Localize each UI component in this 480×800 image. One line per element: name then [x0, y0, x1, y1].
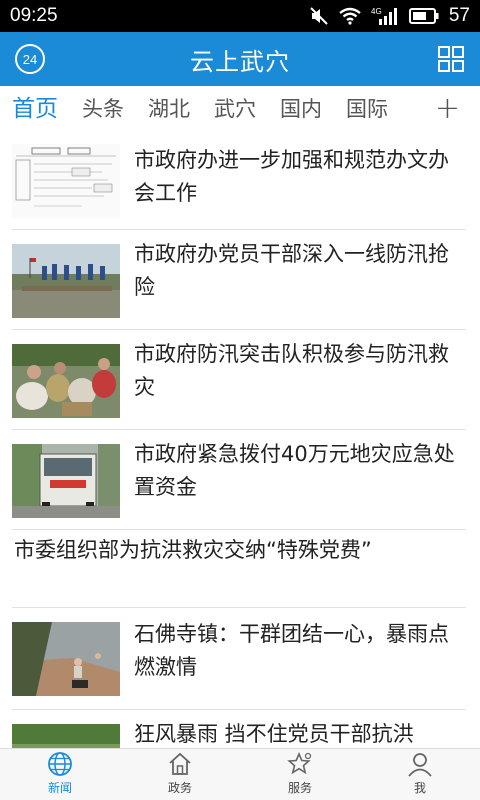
tab-hubei[interactable]: 湖北 [148, 86, 190, 132]
news-item[interactable]: 市政府紧急拨付40万元地灾应急处置资金 [12, 430, 466, 530]
tab-domestic[interactable]: 国内 [280, 86, 322, 132]
star-icon [287, 751, 312, 775]
app-title: 云上武穴 [190, 47, 290, 76]
news-title: 市政府防汛突击队积极参与防汛救灾 [134, 342, 449, 399]
status-icons: 4G 57 [309, 5, 470, 27]
globe-icon [48, 752, 72, 776]
nav-label: 我 [413, 781, 426, 795]
add-tab-button[interactable]: + [435, 86, 460, 132]
app-header: 24 云上武穴 [0, 32, 480, 86]
bottom-nav: 新闻 政务 服务 我 [0, 748, 480, 800]
sandbag-crowd-image [12, 344, 120, 418]
news-item[interactable]: 市委组织部为抗洪救灾交纳“特殊党费” [12, 530, 466, 608]
flood-rescue-team-image [12, 244, 120, 318]
nav-label: 政务 [167, 781, 192, 795]
signal-icon: 4G [371, 7, 397, 25]
nav-me[interactable]: 我 [360, 749, 480, 800]
news-item[interactable]: 市政府防汛突击队积极参与防汛救灾 [12, 330, 466, 430]
news-title: 市委组织部为抗洪救灾交纳“特殊党费” [14, 538, 372, 562]
news-title: 石佛寺镇：干群团结一心，暴雨点燃激情 [134, 622, 449, 679]
nav-services[interactable]: 服务 [240, 749, 360, 800]
news-title: 狂风暴雨 挡不住党员干部抗洪 [134, 722, 414, 746]
badge-number: 24 [23, 52, 37, 67]
tab-headlines[interactable]: 头条 [82, 86, 124, 132]
green-field-image [12, 724, 120, 748]
nav-label: 服务 [287, 781, 312, 795]
news-item[interactable]: 石佛寺镇：干群团结一心，暴雨点燃激情 [12, 608, 466, 710]
news-title: 市政府办进一步加强和规范办文办会工作 [134, 148, 449, 205]
nav-news[interactable]: 新闻 [0, 749, 120, 800]
weather-badge-icon[interactable]: 24 [14, 43, 46, 75]
emergency-truck-image [12, 444, 120, 518]
battery-level: 57 [448, 5, 470, 26]
news-list: 市政府办进一步加强和规范办文办会工作 市政府办党员干部深入一线防汛抢险 市政府防… [0, 132, 480, 748]
tab-home[interactable]: 首页 [12, 86, 58, 132]
wifi-icon [339, 7, 361, 25]
riverbank-workers-image [12, 622, 120, 696]
user-icon [408, 753, 432, 777]
document-flowchart-image [12, 144, 120, 218]
news-item[interactable]: 市政府办党员干部深入一线防汛抢险 [12, 230, 466, 330]
battery-icon [408, 8, 439, 24]
tab-international[interactable]: 国际 [346, 86, 388, 132]
news-title: 市政府紧急拨付40万元地灾应急处置资金 [134, 442, 455, 499]
status-time: 09:25 [10, 5, 58, 26]
status-bar: 09:25 4G 57 [0, 0, 480, 32]
tab-wuxue[interactable]: 武穴 [214, 86, 256, 132]
news-title: 市政府办党员干部深入一线防汛抢险 [134, 242, 449, 299]
category-tabs: 首页 头条 湖北 武穴 国内 国际 + [0, 86, 480, 132]
grid-icon[interactable] [438, 46, 464, 72]
news-item[interactable]: 市政府办进一步加强和规范办文办会工作 [12, 138, 466, 230]
mute-icon [310, 7, 328, 25]
nav-government[interactable]: 政务 [120, 749, 240, 800]
news-item[interactable]: 狂风暴雨 挡不住党员干部抗洪 [12, 710, 466, 748]
network-label: 4G [371, 7, 382, 16]
home-icon [169, 752, 191, 775]
nav-label: 新闻 [47, 781, 72, 795]
